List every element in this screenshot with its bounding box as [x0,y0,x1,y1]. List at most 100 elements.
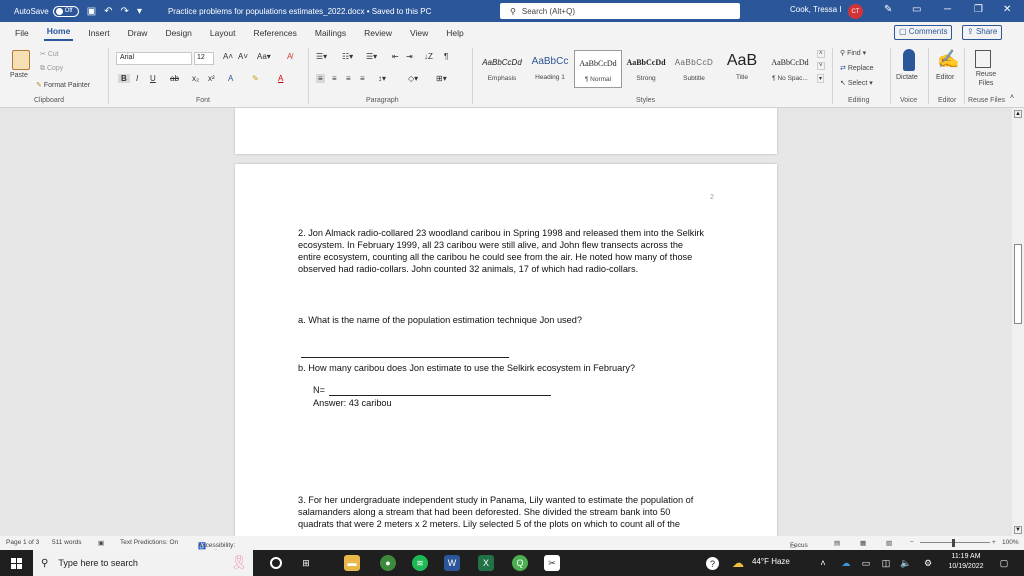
dictate-button[interactable]: Dictate [896,74,918,81]
search-box[interactable]: ⚲ Search (Alt+Q) [500,3,740,19]
highlight-icon[interactable]: ✎ [252,74,259,83]
question-3-text[interactable]: 3. For her undergraduate independent stu… [298,494,708,530]
document-title[interactable]: Practice problems for populations estima… [168,7,431,16]
align-center-icon[interactable]: ≡ [332,74,337,83]
comments-button[interactable]: ▢ Comments [894,25,953,40]
font-size-select[interactable]: 12 [194,52,214,65]
question-2b-text[interactable]: b. How many caribou does Jon estimate to… [298,362,718,374]
tab-layout[interactable]: Layout [207,28,239,38]
superscript-icon[interactable]: x² [208,74,215,83]
tab-view[interactable]: View [407,28,431,38]
tab-review[interactable]: Review [361,28,395,38]
answer-text[interactable]: Answer: 43 caribou [313,397,392,409]
shading-icon[interactable]: ◇▾ [408,74,418,83]
page[interactable] [235,108,777,154]
font-color-icon[interactable]: A [278,74,283,83]
excel-icon[interactable]: X [478,555,494,571]
battery-icon[interactable]: ▭ [858,555,874,571]
volume-icon[interactable]: 🔈 [898,555,914,571]
decrease-indent-icon[interactable]: ⇤ [392,52,399,61]
editor-icon[interactable]: ✍ [937,49,959,71]
task-view-icon[interactable]: ⊞ [298,555,314,571]
justify-icon[interactable]: ≡ [360,74,365,83]
undo-icon[interactable]: ↶ [104,6,112,17]
style-normal[interactable]: AaBbCcDd ¶ Normal [574,50,622,88]
scroll-down-icon[interactable]: ▼ [1014,526,1022,534]
select-button[interactable]: ↖ Select ▾ [840,79,873,87]
ribbon-display-icon[interactable]: ▭ [912,4,921,15]
format-painter-button[interactable]: ✎ Format Painter [36,81,90,89]
restore-icon[interactable]: ❐ [974,4,983,15]
font-family-select[interactable]: Arial [116,52,192,65]
microphone-icon[interactable] [903,49,915,71]
zoom-slider[interactable] [920,542,990,543]
text-effects-icon[interactable]: A [228,74,233,83]
sort-icon[interactable]: ↓Z [424,52,433,61]
network-icon[interactable]: ◫ [878,555,894,571]
help-icon[interactable]: ? [706,557,719,570]
chrome-icon[interactable]: ● [380,555,396,571]
word-icon[interactable]: W [444,555,460,571]
numbering-icon[interactable]: ☷▾ [342,52,353,61]
qgis-icon[interactable]: Q [512,555,528,571]
editor-button[interactable]: Editor [936,74,954,81]
autosave-toggle[interactable]: Off [52,5,79,17]
text-predictions[interactable]: Text Predictions: On [120,539,178,546]
styles-scroll-down-icon[interactable]: ˅ [817,62,825,70]
tab-file[interactable]: File [12,28,32,38]
share-button[interactable]: ⇪ Share [962,25,1003,40]
save-icon[interactable]: ▣ [87,6,96,17]
tab-help[interactable]: Help [443,28,466,38]
styles-scroll-up-icon[interactable]: ˄ [817,50,825,58]
scroll-up-icon[interactable]: ▲ [1014,110,1022,118]
scroll-thumb[interactable] [1014,244,1022,324]
tray-chevron-icon[interactable]: ˄ [815,555,831,571]
question-2a-text[interactable]: a. What is the name of the population es… [298,314,718,326]
zoom-level[interactable]: 100% [1002,539,1019,546]
notification-icon[interactable]: ▢ [996,555,1012,571]
grow-font-icon[interactable]: A˄ [223,52,233,61]
align-right-icon[interactable]: ≡ [346,74,351,83]
paste-button[interactable]: Paste [10,72,28,79]
spotify-icon[interactable]: ≋ [412,555,428,571]
clock[interactable]: 11:19 AM 10/19/2022 [944,552,988,572]
word-count[interactable]: 511 words [52,539,82,546]
weather-icon[interactable]: ☁ [730,555,746,571]
increase-indent-icon[interactable]: ⇥ [406,52,413,61]
style-strong[interactable]: AaBbCcDd Strong [622,50,670,88]
underline-icon[interactable]: U [150,74,156,83]
avatar[interactable]: CT [848,4,863,19]
clear-formatting-icon[interactable]: A̸ [287,52,292,61]
style-emphasis[interactable]: AaBbCcDd Emphasis [478,50,526,88]
print-layout-icon[interactable]: ▦ [860,539,866,547]
awareness-ribbon-icon[interactable]: 🎗 [230,554,248,571]
web-layout-icon[interactable]: ▧ [886,539,892,547]
find-button[interactable]: ⚲ Find ▾ [840,49,866,57]
location-icon[interactable]: ⚙ [920,555,936,571]
italic-icon[interactable]: I [136,74,138,83]
collapse-ribbon-icon[interactable]: ˄ [1010,94,1014,101]
tab-references[interactable]: References [250,28,299,38]
close-icon[interactable]: ✕ [1003,4,1011,15]
read-mode-icon[interactable]: ▤ [834,539,840,547]
taskbar-search[interactable]: ⚲ Type here to search [33,550,253,576]
style-subtitle[interactable]: AaBbCcD Subtitle [670,50,718,88]
windows-start-icon[interactable] [11,558,22,569]
vertical-scrollbar[interactable]: ▲ ▼ [1012,108,1024,536]
weather-text[interactable]: 44°F Haze [752,557,790,566]
page[interactable]: 2 2. Jon Almack radio-collared 23 woodla… [235,164,777,536]
tab-design[interactable]: Design [162,28,194,38]
zoom-slider-thumb[interactable] [952,539,955,547]
user-name[interactable]: Cook, Tressa I [790,5,842,14]
replace-button[interactable]: ⇄ Replace [840,64,874,72]
page-count[interactable]: Page 1 of 3 [6,539,39,546]
n-equals-label[interactable]: N= [313,384,325,396]
align-left-icon[interactable]: ≡ [316,74,325,83]
paste-icon[interactable] [12,50,30,70]
file-explorer-icon[interactable]: ▬ [344,555,360,571]
reuse-files-button[interactable]: Reuse Files [974,70,998,88]
proofing-icon[interactable]: ▣ [98,539,104,547]
tab-home[interactable]: Home [43,26,74,41]
tab-draw[interactable]: Draw [125,28,151,38]
zoom-in-icon[interactable]: + [992,539,996,546]
